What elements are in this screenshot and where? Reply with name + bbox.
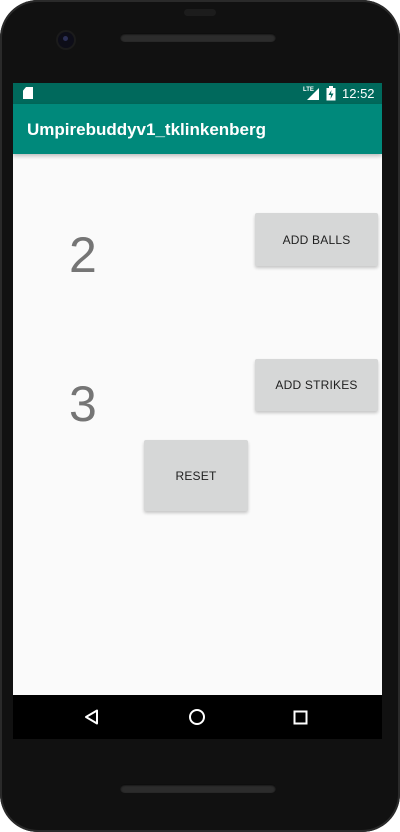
earpiece-speaker <box>120 33 276 42</box>
app-title: Umpirebuddyv1_tklinkenberg <box>27 120 267 139</box>
battery-charging-icon <box>326 86 336 101</box>
svg-text:LTE: LTE <box>303 87 314 93</box>
strikes-count: 3 <box>69 376 97 432</box>
proximity-sensor <box>184 9 216 16</box>
recents-icon[interactable] <box>293 710 308 725</box>
navigation-bar <box>13 695 382 739</box>
sd-card-icon <box>23 87 33 99</box>
lte-signal-icon: LTE <box>303 87 319 100</box>
phone-frame: LTE 12:52 Umpirebuddyv1_tklinkenberg 2 3… <box>0 0 400 832</box>
add-balls-button[interactable]: ADD BALLS <box>255 213 378 266</box>
front-camera <box>58 32 74 48</box>
reset-button[interactable]: RESET <box>144 440 248 511</box>
back-icon[interactable] <box>84 709 100 725</box>
bottom-speaker <box>120 784 276 793</box>
status-bar: LTE 12:52 <box>13 83 382 104</box>
add-strikes-button[interactable]: ADD STRIKES <box>255 359 378 411</box>
app-bar: Umpirebuddyv1_tklinkenberg <box>13 104 382 154</box>
status-clock: 12:52 <box>342 86 375 101</box>
screen: LTE 12:52 Umpirebuddyv1_tklinkenberg 2 3… <box>13 83 382 695</box>
balls-count: 2 <box>69 227 97 283</box>
home-icon[interactable] <box>188 708 206 726</box>
